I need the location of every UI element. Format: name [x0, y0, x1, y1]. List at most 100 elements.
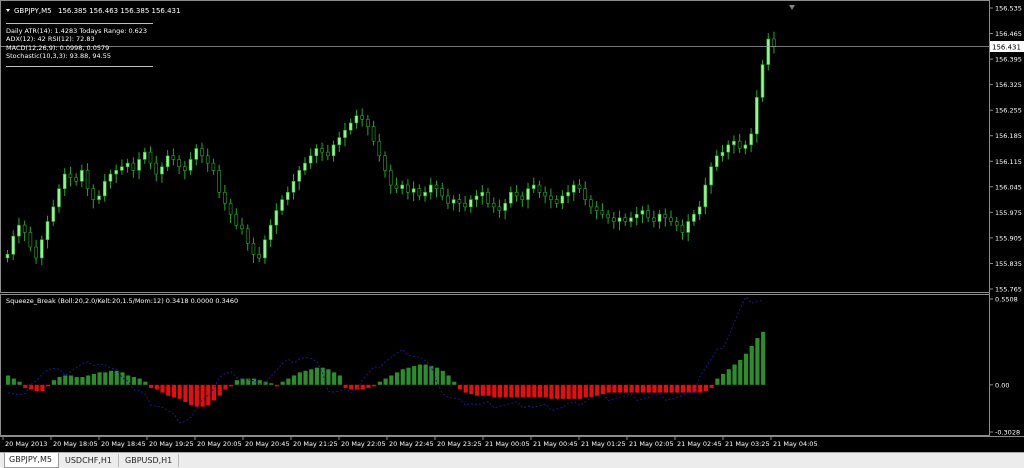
bear-candle — [171, 155, 176, 160]
bull-candle — [469, 199, 473, 208]
time-tick-label: 20 May 18:05 — [53, 440, 98, 448]
histogram-bar-positive — [394, 372, 400, 385]
bear-candle — [320, 148, 324, 153]
bear-candle — [223, 191, 227, 204]
histogram-bar-negative — [623, 384, 628, 393]
histogram-bar-negative — [149, 384, 154, 388]
histogram-bar-negative — [646, 384, 651, 393]
bull-candle — [51, 206, 56, 222]
histogram-bar-negative — [680, 384, 686, 393]
bear-candle — [388, 170, 393, 186]
chart-shift-marker[interactable] — [789, 5, 795, 10]
histogram-bar-negative — [595, 384, 600, 396]
price-tick-label: 156.535 — [995, 5, 1022, 13]
chart-window[interactable]: 156.535 156.465 156.395 156.325 156.255 156.1… — [0, 0, 1024, 452]
bull-candle — [697, 206, 702, 215]
bull-candle — [617, 217, 622, 222]
price-tick-label: 156.325 — [995, 81, 1022, 89]
histogram-bar-positive — [743, 353, 749, 385]
histogram-bar-negative — [274, 384, 280, 387]
time-tick-label: 20 May 22:45 — [389, 440, 434, 448]
bear-candle — [623, 217, 628, 222]
bull-candle — [703, 184, 708, 208]
time-axis: 20 May 2013 20 May 18:05 20 May 18:45 20 Ma… — [2, 436, 818, 448]
histogram-bar-negative — [171, 384, 177, 398]
histogram-bar-positive — [337, 375, 342, 385]
bull-candle — [428, 184, 433, 193]
bull-candle — [657, 213, 662, 222]
bear-candle — [383, 155, 387, 171]
histogram-bar-negative — [532, 384, 537, 398]
histogram-bar-negative — [669, 384, 674, 393]
bear-candle — [537, 184, 542, 193]
bull-candle — [714, 155, 719, 168]
indicator-tick-label: 0.00 — [995, 381, 1009, 389]
tab-usdchf-h1[interactable]: USDCHF,H1 — [61, 454, 119, 467]
histogram-bar-negative — [360, 384, 365, 390]
histogram-bar-negative — [629, 384, 634, 393]
histogram-bar-positive — [309, 369, 314, 385]
dropdown-triangle-icon[interactable] — [6, 9, 10, 12]
bear-candle — [148, 151, 153, 164]
bull-candle — [760, 64, 765, 98]
bull-candle — [331, 144, 336, 157]
bull-candle — [400, 184, 404, 189]
histogram-bar-negative — [480, 384, 485, 396]
bear-candle — [68, 173, 73, 178]
histogram-bar-negative — [566, 384, 571, 399]
time-tick-label: 20 May 20:05 — [197, 440, 242, 448]
bear-candle — [549, 195, 553, 200]
histogram-bar-negative — [206, 384, 211, 406]
histogram-bar-negative — [497, 384, 503, 398]
bull-candle — [17, 224, 21, 237]
bull-candle — [451, 199, 456, 204]
histogram-bar-negative — [698, 384, 703, 393]
histogram-bar-negative — [366, 384, 371, 388]
time-tick-label: 20 May 23:25 — [437, 440, 482, 448]
histogram-bar-positive — [738, 359, 743, 385]
bear-candle — [577, 184, 582, 189]
bear-candle — [612, 217, 616, 222]
bull-candle — [142, 151, 147, 160]
bear-candle — [674, 221, 679, 226]
bull-candle — [343, 129, 347, 138]
histogram-bar-positive — [332, 372, 337, 385]
bull-candle — [640, 210, 645, 215]
histogram-bar-negative — [537, 384, 543, 398]
price-tick-label: 156.115 — [995, 158, 1022, 166]
bull-candle — [160, 166, 164, 175]
histogram-bar-negative — [618, 384, 623, 393]
chart-canvas[interactable]: 156.535 156.465 156.395 156.325 156.255 156.1… — [0, 0, 1024, 452]
histogram-bar-positive — [292, 375, 297, 385]
bear-candle — [583, 188, 588, 200]
tab-gbpusd-h1[interactable]: GBPUSD,H1 — [121, 454, 179, 467]
histogram-bar-positive — [74, 377, 79, 385]
bull-candle — [274, 210, 279, 226]
price-pane-frame — [0, 0, 990, 293]
bear-candle — [457, 199, 462, 204]
bull-candle — [80, 170, 84, 182]
time-tick-label: 21 May 04:05 — [773, 440, 818, 448]
bear-candle — [257, 254, 261, 259]
histogram-bar-negative — [675, 384, 680, 393]
bear-candle — [377, 140, 382, 157]
tab-gbpjpy-m5[interactable]: GBPJPY,M5 — [4, 453, 59, 468]
price-tick-label: 155.975 — [995, 209, 1022, 217]
time-tick-label: 21 May 00:05 — [485, 440, 530, 448]
histogram-bar-negative — [578, 384, 583, 399]
time-tick-label: 20 May 18:45 — [101, 440, 146, 448]
bear-candle — [520, 195, 525, 200]
bear-candle — [326, 151, 330, 157]
bear-candle — [91, 188, 96, 200]
bear-candle — [22, 224, 27, 233]
bear-candle — [440, 188, 445, 197]
histogram-bar-negative — [509, 384, 514, 398]
histogram-bar-positive — [131, 377, 137, 385]
bull-candle — [686, 221, 690, 233]
histogram-bar-negative — [40, 384, 45, 392]
bull-candle — [57, 188, 61, 208]
bear-candle — [251, 243, 256, 255]
bull-candle — [509, 191, 513, 204]
bear-candle — [669, 217, 673, 222]
histogram-bar-negative — [217, 384, 222, 396]
